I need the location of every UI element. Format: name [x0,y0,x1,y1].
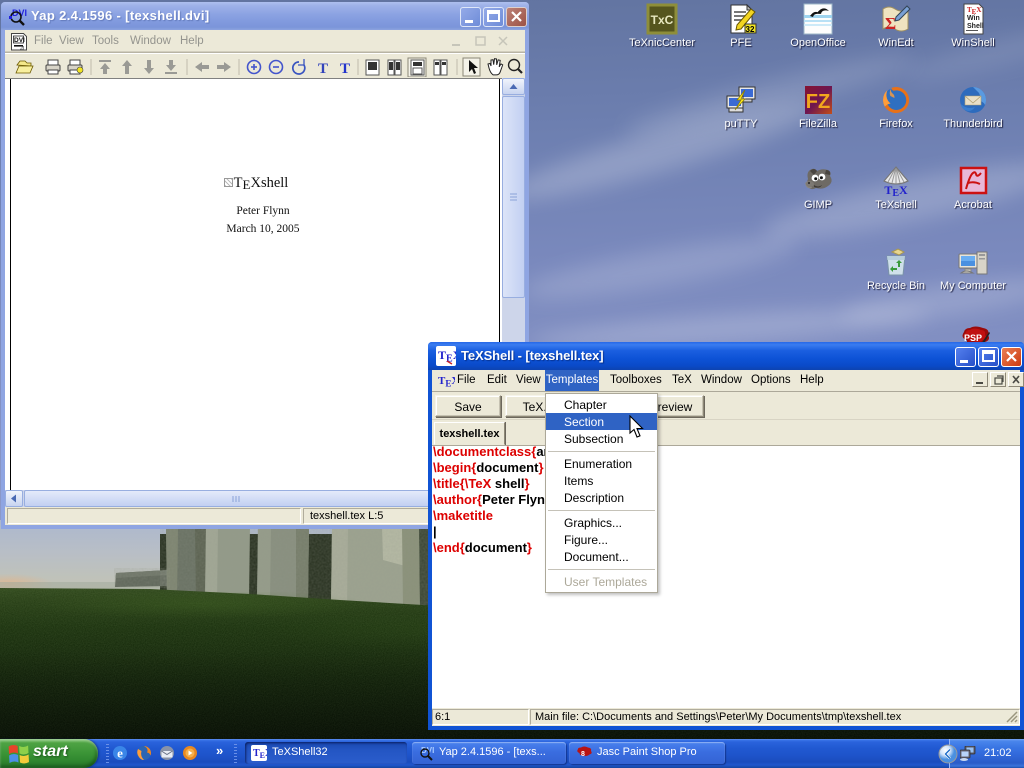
svg-text:DVI: DVI [14,37,25,44]
svg-text:e: e [117,746,123,761]
svg-text:T: T [340,61,350,77]
svg-text:TEX: TEX [438,375,455,389]
svg-text:Shell: Shell [967,23,984,30]
svg-text:TxC: TxC [651,13,674,27]
svg-text:TEX: TEX [884,183,908,197]
svg-text:FZ: FZ [806,91,830,113]
svg-text:T: T [318,61,328,77]
svg-text:8: 8 [581,751,585,758]
svg-text:Win: Win [967,15,980,22]
svg-text:32: 32 [746,25,755,34]
svg-text:Σ: Σ [885,14,896,33]
